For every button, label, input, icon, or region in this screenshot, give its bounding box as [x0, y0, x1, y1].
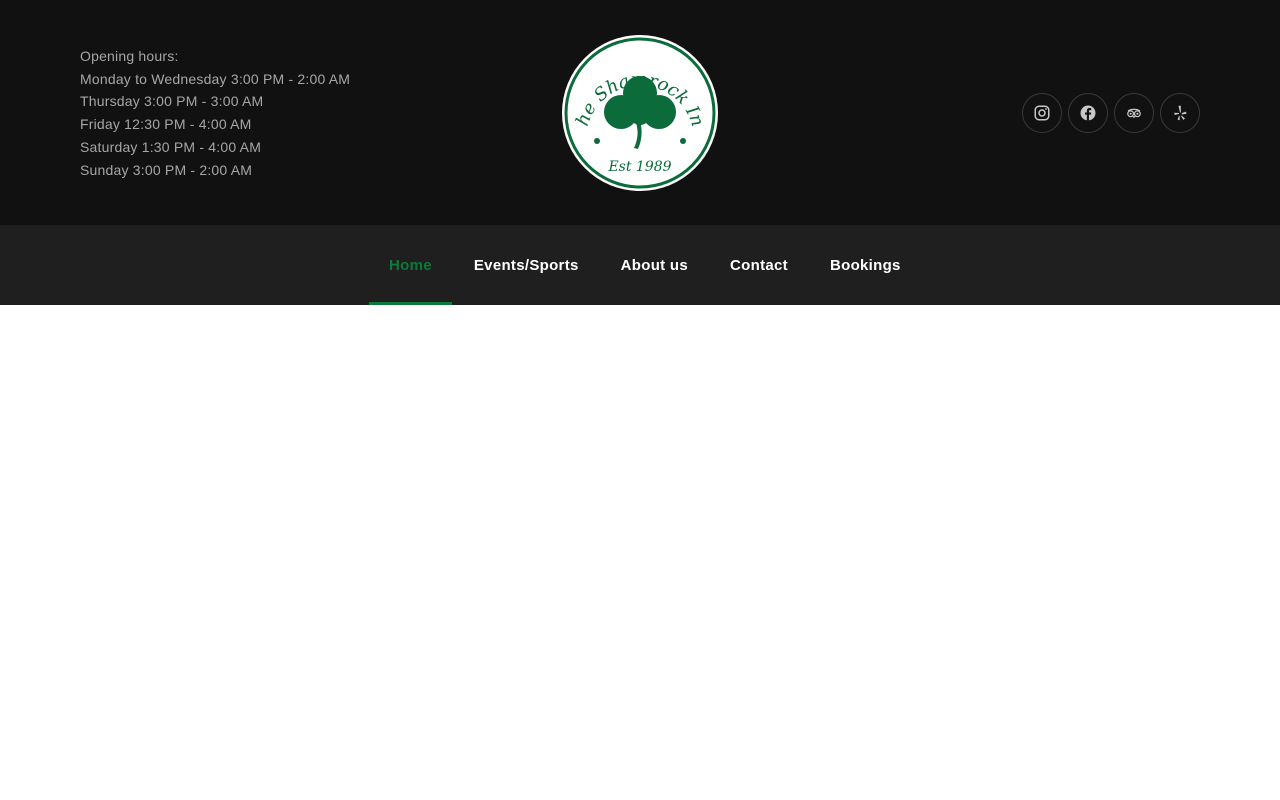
opening-hours-line: Sunday 3:00 PM - 2:00 AM: [80, 161, 253, 178]
instagram-icon: [1034, 105, 1050, 121]
yelp-button[interactable]: [1160, 93, 1200, 133]
opening-hours-line: Thursday 3:00 PM - 3:00 AM: [80, 93, 264, 110]
facebook-button[interactable]: [1068, 93, 1108, 133]
nav-item-events-sports[interactable]: Events/Sports: [454, 225, 599, 305]
opening-hours: Opening hours: Monday to Wednesday 3:00 …: [80, 45, 350, 181]
yelp-icon: [1174, 105, 1187, 121]
opening-hours-line: Saturday 1:30 PM - 4:00 AM: [80, 138, 262, 155]
header-top-bar: Opening hours: Monday to Wednesday 3:00 …: [0, 0, 1280, 225]
nav-item-about-us[interactable]: About us: [601, 225, 708, 305]
opening-hours-line: Friday 12:30 PM - 4:00 AM: [80, 116, 252, 133]
opening-hours-title: Opening hours:: [80, 48, 179, 64]
svg-text:Est 1989: Est 1989: [607, 159, 671, 175]
tripadvisor-icon: [1127, 108, 1141, 119]
logo-graphic: The Shamrock Inn Est 1989: [554, 17, 718, 191]
opening-hours-line: Monday to Wednesday 3:00 PM - 2:00 AM: [80, 70, 351, 87]
instagram-button[interactable]: [1022, 93, 1062, 133]
social-links: [1022, 93, 1200, 133]
main-content-area: [0, 305, 1280, 800]
shamrock-inn-logo[interactable]: The Shamrock Inn Est 1989: [554, 17, 720, 193]
main-navigation: Home Events/Sports About us Contact Book…: [0, 225, 1280, 305]
nav-item-contact[interactable]: Contact: [710, 225, 808, 305]
nav-items: Home Events/Sports About us Contact Book…: [369, 225, 923, 305]
nav-item-bookings[interactable]: Bookings: [810, 225, 921, 305]
nav-item-home[interactable]: Home: [369, 225, 452, 305]
facebook-icon: [1080, 105, 1096, 121]
tripadvisor-button[interactable]: [1114, 93, 1154, 133]
